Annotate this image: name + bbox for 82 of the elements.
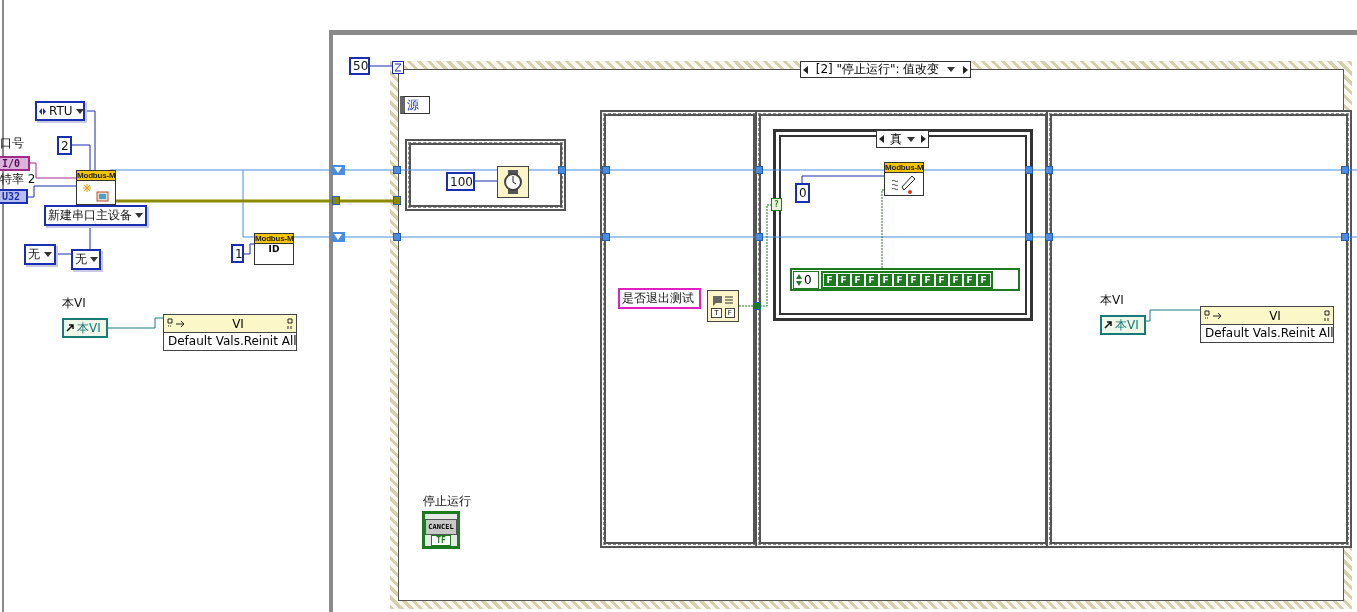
boolean-element: F [977, 273, 990, 286]
numeric-constant: 100 [446, 172, 475, 191]
timeout-icon [392, 61, 404, 74]
io-terminal: I/0 [0, 156, 30, 171]
arrow-icon [1104, 321, 1112, 329]
reference-name: 本VI [77, 319, 101, 337]
tunnel [753, 302, 761, 310]
message-icon [711, 294, 735, 307]
node-label: 特率 2 [0, 172, 36, 186]
terminal-type: TF [431, 535, 451, 546]
decrement-arrow-icon [879, 135, 884, 143]
node-label: 口号 [0, 136, 24, 150]
boolean-element: F [851, 273, 864, 286]
ring-value: 无 [28, 246, 40, 263]
boolean-element: F [935, 273, 948, 286]
subvi-node: Modbus-M [884, 162, 924, 196]
string-constant: 是否退出测试 [618, 288, 701, 309]
caret-icon [135, 213, 143, 218]
increment-arrows-icon [39, 107, 46, 115]
increment-arrows-icon [796, 272, 802, 287]
ring-value: 无 [75, 251, 87, 268]
tunnel [332, 196, 340, 205]
boolean-element: F [893, 273, 906, 286]
node-icon-text: ID [268, 244, 280, 254]
tunnel [1025, 166, 1033, 174]
property-name: Default Vals.Reinit All [167, 333, 296, 349]
property-name: Default Vals.Reinit All [1204, 325, 1333, 341]
caret-icon [907, 136, 916, 142]
selector-terminal: ? [771, 198, 782, 211]
tunnel [558, 166, 566, 174]
subvi-node: Modbus-M [76, 170, 116, 205]
boolean-element: F [963, 273, 976, 286]
tunnel [1045, 233, 1053, 241]
boolean-element: F [865, 273, 878, 286]
tunnel [393, 233, 401, 241]
tunnel [1341, 233, 1349, 241]
tunnel [393, 166, 401, 174]
shift-register-icon [331, 232, 345, 242]
numeric-constant: 50 [349, 57, 370, 75]
tunnel [1025, 233, 1033, 241]
increment-arrow-icon [962, 65, 968, 74]
tunnel [602, 233, 610, 241]
boolean-element: F [837, 273, 850, 286]
tunnel [755, 233, 763, 241]
wire [473, 180, 498, 182]
caret-icon [75, 108, 84, 114]
caret-icon [44, 252, 52, 257]
node-label: 本VI [1100, 293, 1124, 307]
numeric-constant: 0 [795, 183, 810, 203]
tunnel [602, 166, 610, 174]
boolean-element: F [879, 273, 892, 286]
new-device-icon [82, 181, 110, 203]
numeric-constant: 2 [57, 136, 72, 155]
event-data-node: 源 [400, 96, 430, 114]
case-name: 真 [889, 130, 902, 148]
caret-icon [947, 67, 956, 72]
caret-icon [90, 257, 98, 262]
pencil-icon [890, 173, 918, 195]
numeric-constant: 1 [231, 244, 244, 263]
numeric-terminal: U32 [0, 189, 28, 204]
node-label: 本VI [62, 296, 86, 310]
ring-value: 新建串口主设备 [48, 207, 132, 224]
index-value: 0 [804, 272, 812, 287]
tunnel [1341, 166, 1349, 174]
event-name: [2] "停止运行": 值改变 [815, 61, 940, 78]
boolean-element: F [823, 273, 836, 286]
node-label: 停止运行 [423, 494, 471, 508]
arrow-icon [66, 324, 74, 332]
tunnel [1045, 166, 1053, 174]
class-name: VI [1269, 308, 1281, 323]
reference-name: 本VI [1115, 316, 1139, 334]
subvi-node: Modbus-M ID [254, 233, 294, 265]
decrement-arrow-icon [803, 65, 808, 74]
ring-value: RTU [49, 104, 73, 118]
tunnel [755, 166, 763, 174]
shift-register-icon [331, 165, 345, 175]
boolean-element: F [921, 273, 934, 286]
increment-arrow-icon [920, 135, 926, 143]
boolean-element: F [907, 273, 920, 286]
boolean-element: F [949, 273, 962, 286]
class-name: VI [232, 316, 244, 331]
tunnel [393, 196, 401, 205]
